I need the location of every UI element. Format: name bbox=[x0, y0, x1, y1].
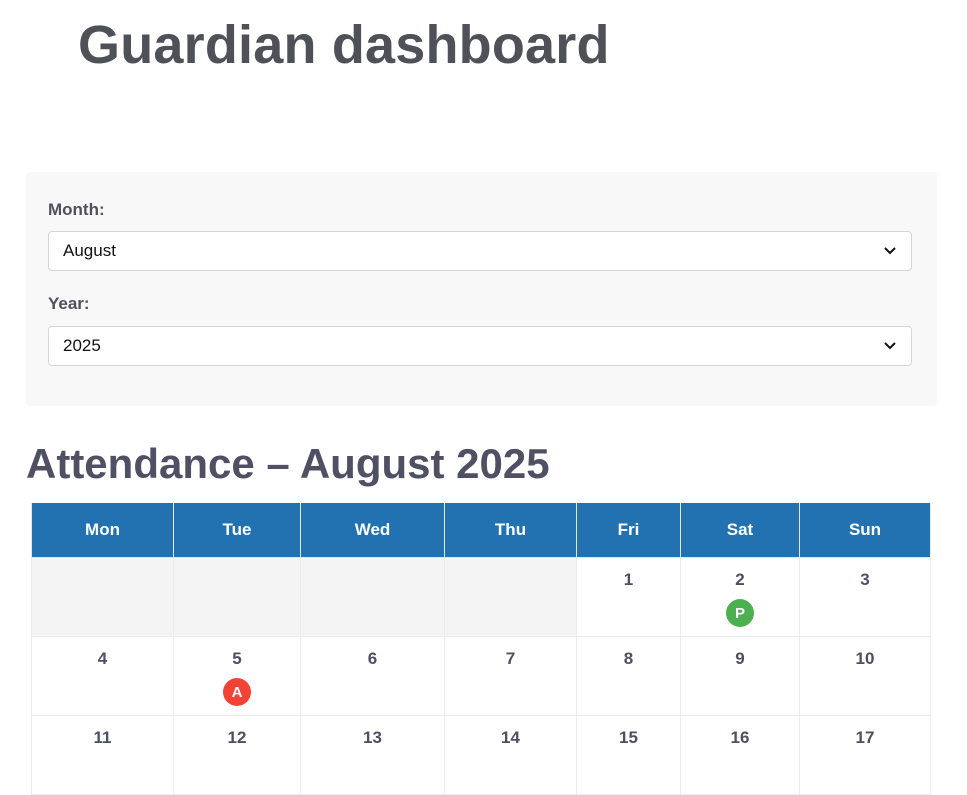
day-number: 14 bbox=[501, 728, 520, 747]
present-badge: P bbox=[726, 599, 754, 627]
day-number: 2 bbox=[735, 570, 745, 589]
year-label: Year: bbox=[48, 294, 90, 313]
weekday-header: Mon bbox=[31, 503, 174, 558]
weekday-header: Tue bbox=[173, 503, 301, 558]
day-number: 17 bbox=[855, 728, 875, 747]
day-number: 3 bbox=[860, 570, 870, 589]
calendar-day-cell: 13 bbox=[300, 715, 445, 795]
year-select[interactable]: 2025 bbox=[48, 326, 912, 366]
weekday-header-row: Mon Tue Wed Thu Fri Sat Sun bbox=[31, 503, 931, 558]
day-number: 7 bbox=[505, 649, 516, 668]
calendar-day-cell: 9 bbox=[680, 636, 800, 716]
day-number: 5 bbox=[232, 649, 242, 668]
day-number: 6 bbox=[367, 649, 378, 668]
calendar-day-cell: 16 bbox=[680, 715, 800, 795]
calendar-day-cell: 12 bbox=[173, 715, 301, 795]
calendar-empty-cell bbox=[444, 557, 577, 637]
calendar-day-cell: 1 bbox=[576, 557, 681, 637]
calendar-body: 1 2 P 3 4 5 A 6 7 8 9 10 11 12 13 14 15 16 17 bbox=[31, 557, 931, 795]
calendar-day-cell: 2P bbox=[680, 557, 800, 637]
calendar-day-cell: 10 bbox=[799, 636, 931, 716]
calendar-empty-cell bbox=[300, 557, 445, 637]
calendar-day-cell: 6 bbox=[300, 636, 445, 716]
calendar-day-cell: 3 bbox=[799, 557, 931, 637]
weekday-header: Thu bbox=[444, 503, 577, 558]
absent-badge: A bbox=[223, 678, 251, 706]
day-number: 16 bbox=[730, 728, 750, 747]
day-number: 1 bbox=[623, 570, 634, 589]
calendar-day-cell: 15 bbox=[576, 715, 681, 795]
month-select[interactable]: August bbox=[48, 231, 912, 271]
chevron-down-icon bbox=[883, 244, 897, 258]
attendance-calendar: Mon Tue Wed Thu Fri Sat Sun 12P345A67891… bbox=[31, 503, 931, 795]
day-number: 4 bbox=[97, 649, 108, 668]
day-number: 11 bbox=[93, 728, 112, 747]
calendar-week-row: 12P3 bbox=[31, 557, 931, 637]
weekday-header: Sat bbox=[680, 503, 800, 558]
calendar-day-cell: 4 bbox=[31, 636, 174, 716]
filter-panel: Month: August Year: 2025 bbox=[26, 172, 937, 406]
weekday-header: Sun bbox=[799, 503, 931, 558]
month-label: Month: bbox=[48, 200, 105, 219]
calendar-day-cell: 11 bbox=[31, 715, 174, 795]
day-number: 8 bbox=[623, 649, 634, 668]
day-number: 12 bbox=[227, 728, 247, 747]
page-title: Guardian dashboard bbox=[78, 15, 610, 75]
calendar-day-cell: 17 bbox=[799, 715, 931, 795]
calendar-week-row: 4 5 A 6 7 8 9 10 bbox=[31, 636, 931, 716]
month-select-value: August bbox=[63, 241, 116, 260]
weekday-header: Fri bbox=[576, 503, 681, 558]
calendar-day-cell: 7 bbox=[444, 636, 577, 716]
calendar-empty-cell bbox=[31, 557, 174, 637]
chevron-down-icon bbox=[883, 339, 897, 353]
calendar-day-cell: 8 bbox=[576, 636, 681, 716]
calendar-week-row: 11 12 13 14 15 16 17 bbox=[31, 715, 931, 795]
weekday-header: Wed bbox=[300, 503, 445, 558]
day-number: 15 bbox=[619, 728, 638, 747]
year-select-value: 2025 bbox=[63, 336, 101, 355]
day-number: 9 bbox=[735, 649, 745, 668]
day-number: 10 bbox=[855, 649, 875, 668]
calendar-day-cell: 14 bbox=[444, 715, 577, 795]
calendar-day-cell: 5A bbox=[173, 636, 301, 716]
day-number: 13 bbox=[363, 728, 382, 747]
calendar-empty-cell bbox=[173, 557, 301, 637]
attendance-title: Attendance – August 2025 bbox=[26, 440, 550, 487]
